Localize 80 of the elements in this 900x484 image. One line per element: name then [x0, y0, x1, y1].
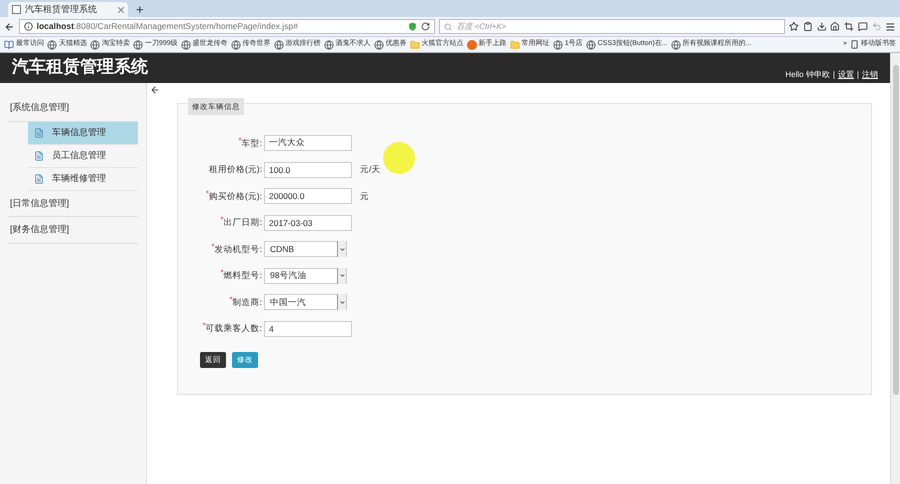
field-label: 车型:	[242, 136, 262, 150]
close-icon[interactable]	[118, 6, 124, 12]
new-tab-button[interactable]: +	[128, 2, 152, 17]
tab-title: 汽车租赁管理系统	[25, 2, 98, 16]
field-label: 购买价格(元):	[208, 190, 262, 203]
sidebar-item[interactable]: 员工信息管理	[28, 144, 138, 168]
globe-icon	[552, 40, 563, 50]
required-mark: *	[202, 322, 206, 330]
globe-icon	[180, 40, 191, 50]
field-label: 出厂日期:	[224, 216, 262, 230]
field-label: 燃料型号:	[224, 269, 262, 282]
menu-icon[interactable]	[885, 20, 896, 32]
globe-icon	[133, 40, 143, 50]
globe-icon	[586, 40, 596, 50]
app-title: 汽车租赁管理系统	[12, 56, 148, 78]
greeting: Hello 钟申欧	[785, 69, 830, 81]
select-field[interactable]: CDNB	[264, 241, 347, 258]
sidebar-group[interactable]: [财务信息管理]	[8, 217, 138, 244]
dropdown-icon	[338, 246, 346, 253]
folder-icon	[510, 40, 520, 50]
folder-icon	[410, 40, 420, 50]
unit-label: 元/天	[360, 163, 380, 176]
fox-icon	[466, 40, 477, 50]
url-text: localhost:8080/CarRentalManagementSystem/homePage/index.jsp#	[36, 20, 299, 33]
back-icon[interactable]	[4, 20, 15, 32]
required-mark: *	[220, 216, 224, 224]
required-mark: *	[220, 269, 224, 278]
globe-icon	[274, 40, 284, 50]
text-field[interactable]: 一汽大众	[264, 135, 352, 152]
document-icon	[34, 128, 44, 138]
required-mark: *	[230, 296, 233, 304]
text-field[interactable]: 4	[264, 320, 352, 337]
globe-icon	[324, 40, 334, 50]
crop-icon[interactable]	[844, 21, 854, 32]
separator: |	[856, 69, 859, 81]
globe-icon	[47, 40, 57, 50]
select-field[interactable]: 98号汽油	[264, 268, 347, 284]
unit-label: 元	[360, 190, 369, 203]
required-mark: *	[238, 136, 242, 145]
field-label: 发动机型号:	[214, 242, 262, 256]
collapse-icon[interactable]	[150, 85, 160, 95]
text-field[interactable]: 100.0	[264, 162, 352, 178]
info-icon	[24, 22, 33, 31]
reload-icon[interactable]	[421, 22, 430, 31]
document-icon	[34, 174, 44, 184]
field-label: 租用价格(元):	[208, 163, 262, 176]
separator: |	[832, 69, 835, 81]
clipboard-icon[interactable]	[803, 21, 813, 32]
sidebar-group[interactable]: [日常信息管理]	[8, 190, 138, 217]
download-icon[interactable]	[816, 21, 826, 32]
globe-icon	[374, 40, 384, 50]
search-placeholder: 百度 <Ctrl+K>	[456, 20, 506, 32]
browser-tab[interactable]: 汽车租赁管理系统	[8, 2, 128, 17]
document-icon	[34, 150, 44, 160]
text-field[interactable]: 200000.0	[264, 188, 352, 204]
dropdown-icon	[338, 298, 346, 306]
header-link[interactable]: 注销	[862, 69, 878, 81]
required-mark: *	[206, 190, 209, 198]
chat-icon[interactable]	[858, 21, 868, 32]
globe-icon	[670, 40, 681, 50]
globe-icon	[90, 40, 100, 50]
star-icon[interactable]	[789, 21, 800, 32]
page-icon	[12, 5, 21, 14]
globe-icon	[230, 40, 241, 50]
sidebar-item[interactable]: 车辆信息管理	[28, 122, 138, 144]
url-field[interactable]: localhost:8080/CarRentalManagementSystem/homePage/index.jsp#	[18, 19, 436, 34]
field-label: 制造商:	[232, 296, 262, 309]
sidebar-item[interactable]: 车辆维修管理	[28, 168, 138, 190]
select-field[interactable]: 中国一汽	[264, 294, 347, 310]
text-field[interactable]: 2017-03-03	[264, 214, 352, 231]
shield-icon	[408, 22, 418, 31]
phone-icon	[850, 40, 859, 49]
required-mark: *	[212, 242, 215, 251]
home-icon[interactable]	[830, 21, 840, 32]
field-label: 可载乘客人数:	[206, 322, 262, 336]
bookmark-icon	[4, 40, 14, 50]
header-link[interactable]: 设置	[838, 69, 854, 81]
cursor-highlight	[383, 142, 415, 174]
dropdown-icon	[338, 272, 346, 280]
search-icon	[444, 22, 452, 30]
